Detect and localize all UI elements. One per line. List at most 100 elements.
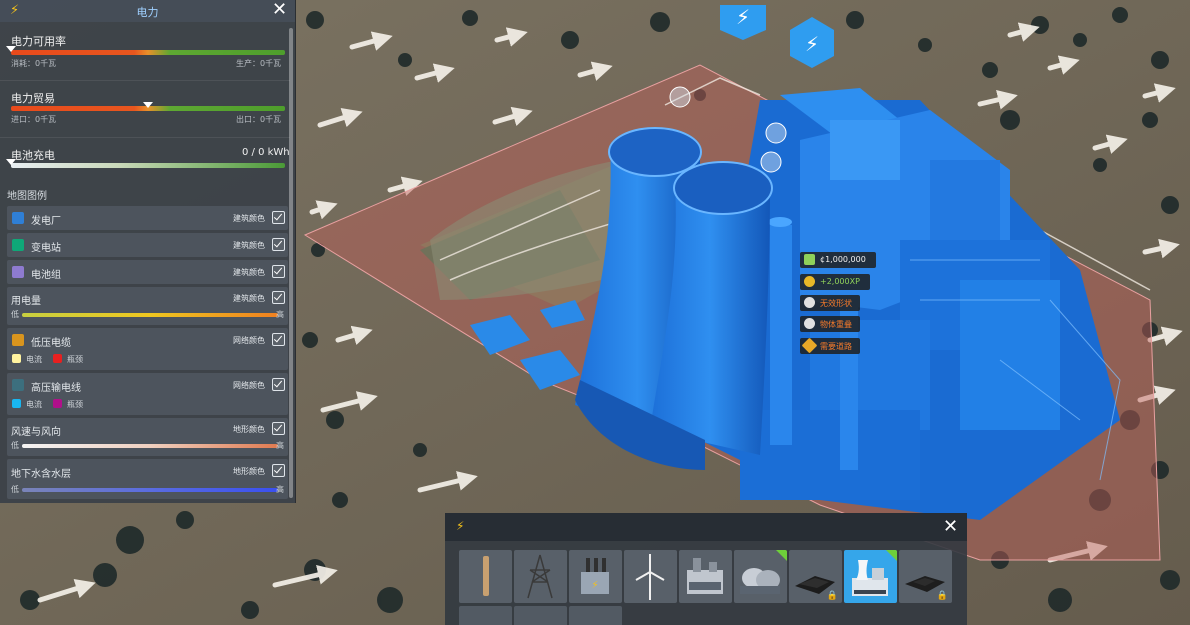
usage-gradient	[22, 313, 278, 317]
consumption-text: 消耗：0千瓦	[11, 59, 57, 68]
flow-swatch	[12, 354, 21, 363]
trade-title: 电力贸易	[11, 92, 55, 105]
lock-icon: 🔒	[826, 591, 838, 601]
legend-checkbox[interactable]	[272, 211, 285, 224]
svg-text:⚡: ⚡	[591, 580, 598, 591]
panel-header: ⚡ 电力 ✕	[0, 0, 295, 22]
battery-meter	[11, 163, 285, 168]
production-text: 生产：0千瓦	[236, 59, 282, 68]
flow-label: 电流	[26, 400, 42, 409]
electricity-panel: ⚡ 电力 ✕ 电力可用率 消耗：0千瓦 生产：0千瓦 电力贸易 进口：0千瓦 出…	[0, 0, 296, 503]
legend-mode: 网络颜色	[233, 381, 265, 390]
legend-checkbox[interactable]	[272, 378, 285, 391]
export-text: 出口：0千瓦	[236, 115, 282, 124]
bottleneck-swatch	[53, 399, 62, 408]
divider	[0, 137, 290, 138]
legend-checkbox[interactable]	[272, 291, 285, 304]
legend-label: 风速与风向	[11, 427, 61, 438]
legend-checkbox[interactable]	[272, 464, 285, 477]
svg-text:⚡: ⚡	[805, 32, 819, 56]
battery-value: 0 / 0 kWh	[242, 147, 290, 158]
legend-label: 地下水含水层	[11, 469, 71, 480]
legend-checkbox[interactable]	[272, 422, 285, 435]
availability-meter	[11, 50, 285, 55]
legend-mode: 地形颜色	[233, 467, 265, 476]
legend-checkbox[interactable]	[272, 265, 285, 278]
battery-swatch	[12, 266, 24, 278]
panel-title: 电力	[136, 6, 159, 19]
legend-mode: 建筑颜色	[233, 214, 265, 223]
close-button[interactable]: ✕	[272, 0, 287, 20]
road-required-icon	[801, 337, 818, 354]
toolbar-header: ⚡ ✕	[445, 513, 967, 541]
tool-tile-row2[interactable]	[569, 606, 622, 625]
panel-scrollbar[interactable]	[289, 28, 293, 498]
power-plant-swatch	[12, 212, 24, 224]
tool-tile-solar-plant[interactable]: 🔒	[899, 550, 952, 603]
warning-row: 物体重叠	[800, 316, 860, 332]
legend-checkbox[interactable]	[272, 333, 285, 346]
warning-text: 物体重叠	[820, 320, 852, 329]
legend-row-usage: 用电量 建筑颜色 低 高	[7, 287, 288, 325]
new-badge	[776, 550, 787, 561]
tool-tile-nuclear-plant[interactable]	[844, 550, 897, 603]
tool-tile-transmission-tower[interactable]	[514, 550, 567, 603]
tool-tile-transformer[interactable]: ⚡	[569, 550, 622, 603]
tool-tile-row2[interactable]	[459, 606, 512, 625]
trophy-icon	[804, 276, 815, 287]
legend-mode: 网络颜色	[233, 336, 265, 345]
high-voltage-swatch	[12, 379, 24, 391]
warning-text: 需要道路	[820, 342, 852, 351]
tool-tile-wind-turbine[interactable]	[624, 550, 677, 603]
warning-row: 需要道路	[800, 337, 860, 354]
xp-row: +2,000XP	[800, 274, 870, 290]
legend-row-substation: 变电站 建筑颜色	[7, 233, 288, 257]
building-toolbar: ⚡ ✕ ⚡ 🔒 🔒	[445, 513, 967, 625]
lock-icon: 🔒	[936, 591, 948, 601]
substation-swatch	[12, 239, 24, 251]
close-button[interactable]: ✕	[943, 516, 958, 537]
availability-title: 电力可用率	[11, 35, 66, 48]
bottleneck-label: 瓶颈	[67, 355, 83, 364]
tool-tile-coal-plant[interactable]: 🔒	[789, 550, 842, 603]
legend-mode: 地形颜色	[233, 425, 265, 434]
legend-checkbox[interactable]	[272, 238, 285, 251]
xp-value: +2,000XP	[820, 277, 860, 286]
pole-icon	[483, 556, 489, 596]
tool-tile-power-plant[interactable]	[679, 550, 732, 603]
trade-marker	[143, 102, 153, 108]
legend-label: 电池组	[31, 270, 61, 281]
divider	[0, 80, 290, 81]
transformer-icon: ⚡	[581, 558, 609, 594]
invalid-shape-icon	[804, 297, 815, 308]
legend-label: 高压输电线	[31, 383, 81, 394]
svg-text:⚡: ⚡	[736, 5, 750, 29]
flow-swatch	[12, 399, 21, 408]
legend-mode: 建筑颜色	[233, 294, 265, 303]
legend-label: 发电厂	[31, 216, 61, 227]
legend-title: 地图图例	[7, 191, 47, 202]
bottleneck-swatch	[53, 354, 62, 363]
transmission-tower-icon	[527, 554, 553, 599]
availability-marker	[6, 46, 16, 52]
tool-tile-row2[interactable]	[514, 606, 567, 625]
flow-label: 电流	[26, 355, 42, 364]
legend-label: 变电站	[31, 243, 61, 254]
legend-row-battery: 电池组 建筑颜色	[7, 260, 288, 284]
wind-turbine-icon	[635, 554, 665, 600]
warning-text: 无效形状	[820, 299, 852, 308]
lightning-icon: ⚡	[456, 519, 465, 533]
money-icon	[804, 254, 815, 265]
cost-value: ¢1,000,000	[820, 255, 866, 264]
low-label: 低	[11, 485, 19, 494]
groundwater-gradient	[22, 488, 278, 492]
cost-row: ¢1,000,000	[800, 252, 876, 268]
legend-row-low-voltage: 低压电缆 网络颜色 电流 瓶颈	[7, 328, 288, 370]
tool-tile-pole[interactable]	[459, 550, 512, 603]
low-label: 低	[11, 310, 19, 319]
legend-row-groundwater: 地下水含水层 地形颜色 低 高	[7, 459, 288, 499]
low-voltage-swatch	[12, 334, 24, 346]
tool-tile-gas-plant[interactable]	[734, 550, 787, 603]
import-text: 进口：0千瓦	[11, 115, 57, 124]
battery-title: 电池充电	[11, 149, 55, 162]
